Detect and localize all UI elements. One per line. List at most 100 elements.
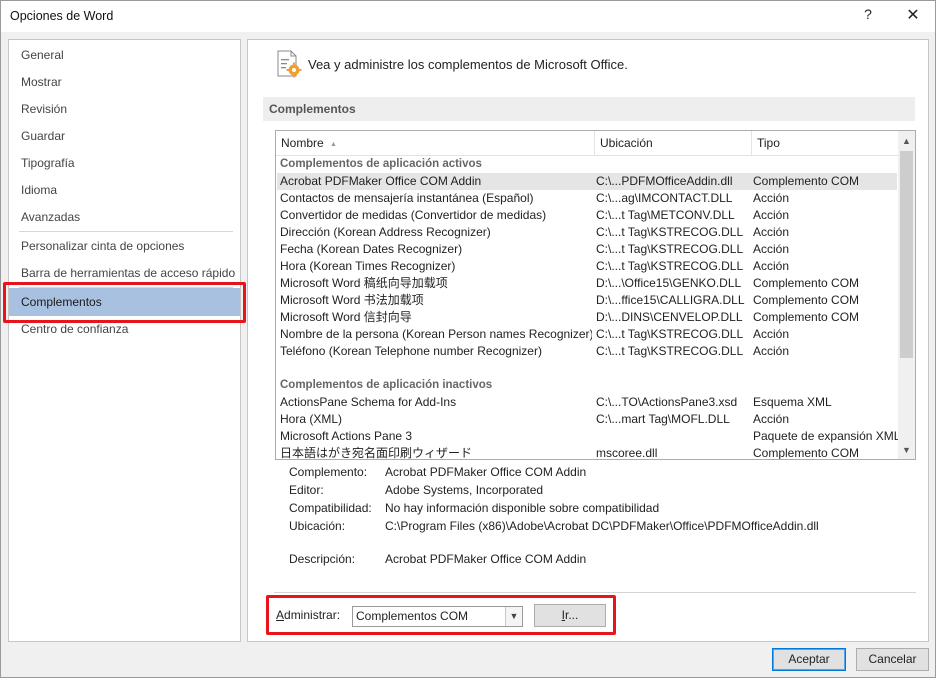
word-options-dialog: Opciones de Word ? ✕ General Mostrar Rev… — [0, 0, 936, 678]
addins-list[interactable]: Nombre ▲ Ubicación Tipo Complementos de … — [275, 130, 916, 460]
addin-location: mscoree.dll — [596, 446, 658, 460]
column-header-tipo[interactable]: Tipo — [752, 131, 898, 155]
table-row[interactable]: Dirección (Korean Address Recognizer) C:… — [277, 224, 897, 241]
detail-value: No hay información disponible sobre comp… — [385, 501, 660, 515]
addin-type: Acción — [753, 225, 790, 239]
detail-label: Descripción: — [289, 552, 356, 566]
addin-name: Dirección (Korean Address Recognizer) — [280, 225, 491, 239]
addin-name: Microsoft Word 稿纸向导加载项 — [280, 276, 448, 290]
addin-location: C:\...TO\ActionsPane3.xsd — [596, 395, 738, 409]
detail-label: Editor: — [289, 483, 324, 497]
addin-type: Acción — [753, 412, 790, 426]
addin-location: C:\...ag\IMCONTACT.DLL — [596, 191, 733, 205]
close-icon[interactable]: ✕ — [901, 5, 925, 27]
addin-location: C:\...t Tag\METCONV.DLL — [596, 208, 735, 222]
window-title: Opciones de Word — [10, 9, 114, 23]
cancel-button[interactable]: Cancelar — [856, 648, 929, 671]
panel-divider — [274, 592, 916, 593]
table-row[interactable]: Acrobat PDFMaker Office COM Addin C:\...… — [277, 173, 897, 190]
table-row[interactable]: ActionsPane Schema for Add-Ins C:\...TO\… — [277, 394, 897, 411]
group-header-inactivos: Complementos de aplicación inactivos — [280, 379, 493, 391]
addin-location: C:\...t Tag\KSTRECOG.DLL — [596, 344, 744, 358]
addin-type: Esquema XML — [753, 395, 832, 409]
table-row[interactable]: Microsoft Word 书法加载项 D:\...ffice15\CALLI… — [277, 292, 897, 309]
vertical-scrollbar[interactable]: ▲ ▼ — [898, 131, 915, 459]
accept-button[interactable]: Aceptar — [772, 648, 846, 671]
table-row[interactable]: Microsoft Word 信封向导 D:\...DINS\CENVELOP.… — [277, 309, 897, 326]
addin-location: C:\...t Tag\KSTRECOG.DLL — [596, 259, 744, 273]
addin-type: Complemento COM — [753, 276, 860, 290]
addin-name: Hora (Korean Times Recognizer) — [280, 259, 456, 273]
addin-type: Acción — [753, 242, 790, 256]
nav-item-complementos[interactable]: Complementos — [9, 288, 240, 316]
nav-divider — [19, 231, 233, 232]
addins-panel: Vea y administre los complementos de Mic… — [247, 39, 929, 642]
table-row[interactable]: 日本語はがき宛名面印刷ウィザード mscoree.dll Complemento… — [277, 445, 897, 460]
addin-location: D:\...\Office15\GENKO.DLL — [596, 276, 742, 290]
table-row[interactable]: Convertidor de medidas (Convertidor de m… — [277, 207, 897, 224]
table-row[interactable]: Hora (Korean Times Recognizer) C:\...t T… — [277, 258, 897, 275]
detail-value: Acrobat PDFMaker Office COM Addin — [385, 465, 587, 479]
addin-name: Acrobat PDFMaker Office COM Addin — [280, 174, 482, 188]
nav-item-mostrar[interactable]: Mostrar — [9, 69, 240, 96]
help-icon[interactable]: ? — [859, 6, 877, 26]
table-row[interactable]: Microsoft Actions Pane 3 Paquete de expa… — [277, 428, 900, 445]
nav-item-guardar[interactable]: Guardar — [9, 123, 240, 150]
go-button-label: r... — [565, 608, 579, 622]
addin-type: Acción — [753, 259, 790, 273]
go-button[interactable]: Ir... — [534, 604, 606, 627]
addin-type: Acción — [753, 208, 790, 222]
nav-item-revision[interactable]: Revisión — [9, 96, 240, 123]
chevron-down-icon[interactable]: ▼ — [505, 607, 522, 626]
group-header-activos: Complementos de aplicación activos — [280, 158, 482, 170]
addin-name: 日本語はがき宛名面印刷ウィザード — [280, 446, 473, 460]
addin-type: Complemento COM — [753, 446, 860, 460]
options-nav: General Mostrar Revisión Guardar Tipogra… — [8, 39, 241, 642]
addin-location: C:\...mart Tag\MOFL.DLL — [596, 412, 730, 426]
addin-type: Complemento COM — [753, 310, 860, 324]
detail-label: Ubicación: — [289, 519, 346, 533]
scroll-down-icon[interactable]: ▼ — [898, 442, 915, 459]
addin-name: Hora (XML) — [280, 412, 343, 426]
addin-name: Microsoft Word 书法加载项 — [280, 293, 424, 307]
table-row[interactable]: Hora (XML) C:\...mart Tag\MOFL.DLL Acció… — [277, 411, 897, 428]
addin-name: Convertidor de medidas (Convertidor de m… — [280, 208, 547, 222]
nav-item-idioma[interactable]: Idioma — [9, 177, 240, 204]
nav-item-general[interactable]: General — [9, 42, 240, 69]
panel-heading: Vea y administre los complementos de Mic… — [308, 57, 628, 72]
addin-location: D:\...DINS\CENVELOP.DLL — [596, 310, 743, 324]
addin-type: Complemento COM — [753, 293, 860, 307]
table-row[interactable]: Contactos de mensajería instantánea (Esp… — [277, 190, 897, 207]
addin-name: Fecha (Korean Dates Recognizer) — [280, 242, 463, 256]
addin-location: C:\...t Tag\KSTRECOG.DLL — [596, 225, 744, 239]
addins-gear-icon — [277, 50, 302, 78]
addin-type: Complemento COM — [753, 174, 860, 188]
table-row[interactable]: Microsoft Word 稿纸向导加载项 D:\...\Office15\G… — [277, 275, 897, 292]
section-title: Complementos — [263, 97, 915, 121]
manage-select[interactable]: Complementos COM ▼ — [352, 606, 523, 627]
nav-item-centro-confianza[interactable]: Centro de confianza — [9, 316, 240, 343]
table-row[interactable]: Teléfono (Korean Telephone number Recogn… — [277, 343, 897, 360]
nav-item-tipografia[interactable]: Tipografía — [9, 150, 240, 177]
nav-item-avanzadas[interactable]: Avanzadas — [9, 204, 240, 231]
table-row[interactable]: Nombre de la persona (Korean Person name… — [277, 326, 897, 343]
manage-label-accelerator: A — [276, 608, 285, 622]
addin-location: C:\...t Tag\KSTRECOG.DLL — [596, 242, 744, 256]
table-row[interactable]: Fecha (Korean Dates Recognizer) C:\...t … — [277, 241, 897, 258]
nav-item-barra-acceso-rapido[interactable]: Barra de herramientas de acceso rápido — [9, 260, 240, 287]
manage-label: Administrar: — [276, 608, 340, 622]
title-bar: Opciones de Word ? ✕ — [1, 1, 935, 32]
addin-location: D:\...ffice15\CALLIGRA.DLL — [596, 293, 745, 307]
addin-type: Acción — [753, 327, 790, 341]
nav-item-personalizar-cinta[interactable]: Personalizar cinta de opciones — [9, 233, 240, 260]
addin-name: ActionsPane Schema for Add-Ins — [280, 395, 457, 409]
column-header-nombre[interactable]: Nombre ▲ — [276, 131, 595, 155]
addin-name: Contactos de mensajería instantánea (Esp… — [280, 191, 534, 205]
scrollbar-thumb[interactable] — [900, 151, 913, 358]
detail-value: Acrobat PDFMaker Office COM Addin — [385, 552, 587, 566]
scroll-up-icon[interactable]: ▲ — [898, 133, 915, 150]
addin-type: Acción — [753, 191, 790, 205]
column-header-ubicacion[interactable]: Ubicación — [595, 131, 752, 155]
addin-location: C:\...PDFMOfficeAddin.dll — [596, 174, 733, 188]
addin-location: C:\...t Tag\KSTRECOG.DLL — [596, 327, 744, 341]
